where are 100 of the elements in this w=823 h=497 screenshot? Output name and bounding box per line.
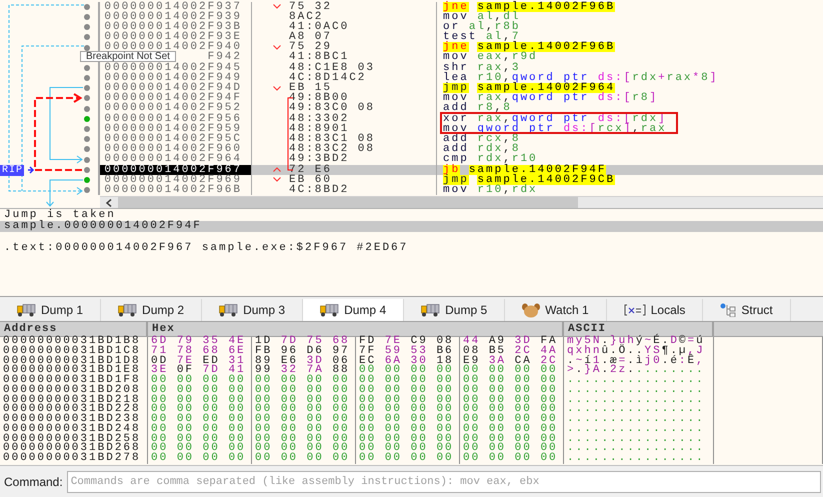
hex-cell: 00 00 00 00	[252, 444, 356, 454]
bytes-text: 75 32	[289, 2, 332, 12]
breakpoint-slot-dot[interactable]	[84, 14, 90, 20]
scroll-left-icon[interactable]	[106, 198, 112, 206]
breakpoint-slot-dot[interactable]	[84, 95, 90, 102]
animal-head-icon	[522, 302, 540, 318]
instruction-text: jb sample.14002F94F	[443, 164, 606, 176]
breakpoint-slot-dot[interactable]	[84, 75, 90, 82]
tooltip: Breakpoint Not Set	[80, 51, 176, 62]
variable-icon	[624, 304, 646, 316]
instruction-text: jne sample.14002F96B	[443, 0, 616, 12]
address-cell: 00000000031BD248	[0, 424, 148, 434]
instruction-text: mov eax,r9d	[443, 51, 538, 64]
address-cell: 00000000031BD1E8	[0, 366, 148, 376]
address-cell[interactable]: 000000014002F959	[100, 124, 252, 134]
bytes-text: 49:3BD2	[289, 154, 350, 164]
chevron-down-icon	[273, 86, 281, 91]
address-cell[interactable]: 000000014002F93E	[100, 32, 252, 42]
address-cell: 00000000031BD268	[0, 444, 148, 454]
hex-cell: 00 00 00 00	[460, 366, 564, 376]
hex-cell: 00 00 00 00	[460, 405, 564, 415]
instruction-text: add r8,8	[443, 102, 512, 114]
ascii-cell: ................	[564, 434, 714, 444]
instruction-text: lea r10,qword ptr ds:[rdx+rax*8]	[443, 72, 718, 84]
branch-status-text: Jump is taken	[3, 210, 116, 221]
breakpoint-dot[interactable]	[84, 116, 90, 122]
address-cell[interactable]: 000000014002F956	[100, 114, 252, 124]
horizontal-scrollbar[interactable]	[100, 196, 823, 208]
ascii-cell: ................	[564, 415, 714, 425]
column-header[interactable]: Hex	[148, 322, 564, 337]
address-cell: 00000000031BD238	[0, 415, 148, 425]
hex-cell: 00 00 00 00	[356, 415, 460, 425]
hex-cell: 00 00 00 00	[252, 376, 356, 386]
bytes-text: 4C:8BD2	[289, 184, 350, 196]
breakpoint-slot-dot[interactable]	[84, 44, 90, 50]
bytes-text: 48:C1E8 03	[289, 62, 376, 73]
bytes-text: 48:83C1 08	[289, 134, 376, 144]
chevron-down-icon	[273, 44, 281, 50]
address-cell[interactable]: 000000014002F94D	[100, 83, 252, 94]
ascii-cell: ................	[564, 386, 714, 396]
hex-cell: 00 00 00 00	[356, 386, 460, 396]
tab[interactable]: Dump 4	[303, 299, 404, 321]
address-cell[interactable]: 000000014002F939	[100, 12, 252, 22]
breakpoint-slot-dot[interactable]	[84, 126, 90, 132]
hex-cell: 00 00 00 00	[460, 444, 564, 454]
hex-cell: 00 00 00 00	[356, 424, 460, 434]
address-cell[interactable]: 000000014002F96B	[100, 184, 252, 196]
breakpoint-slot-dot[interactable]	[84, 106, 90, 112]
hex-cell: FD 7E C9 08	[356, 337, 460, 347]
address-cell[interactable]: 000000014002F969	[100, 174, 252, 185]
breakpoint-slot-dot[interactable]	[84, 166, 90, 173]
command-input-field[interactable]: Commands are comma separated (like assembly instructions): mov eax, ebx	[66, 471, 821, 493]
instruction-text: mov r10,rdx	[443, 184, 538, 196]
breakpoint-slot-dot[interactable]	[84, 146, 90, 152]
ascii-cell: ................	[564, 396, 714, 406]
breakpoint-slot-dot[interactable]	[84, 4, 90, 10]
address-cell[interactable]: 000000014002F937	[100, 2, 252, 12]
hex-cell: 00 00 00 00	[148, 454, 252, 464]
address-cell: 00000000031BD1B8	[0, 337, 148, 347]
hex-cell: 1D 7D 75 68	[252, 337, 356, 347]
address-cell[interactable]: 000000014002F960	[100, 144, 252, 154]
hex-cell: 99 32 7A 88	[252, 366, 356, 376]
address-cell[interactable]: 000000014002F94F	[100, 93, 252, 104]
breakpoint-dot[interactable]	[84, 176, 90, 183]
breakpoint-slot-dot[interactable]	[84, 24, 90, 30]
bytes-text: 8AC2	[289, 12, 324, 22]
breakpoint-slot-dot[interactable]	[84, 136, 90, 142]
address-cell[interactable]: 000000014002F95C	[100, 134, 252, 144]
hex-cell: 00 00 00 00	[460, 376, 564, 386]
breakpoint-slot-dot[interactable]	[84, 34, 90, 40]
address-cell[interactable]: 000000014002F949	[100, 72, 252, 83]
ascii-cell: ................	[564, 424, 714, 434]
hex-cell: 44 A9 3D FA	[460, 337, 564, 347]
jump-target-text: sample.000000014002F94F	[0, 221, 823, 232]
hex-cell: 71 78 68 6E	[148, 346, 252, 356]
tree-icon	[720, 303, 736, 317]
address-cell[interactable]: 000000014002F93B	[100, 22, 252, 32]
hex-cell: 00 00 00 00	[252, 454, 356, 464]
hex-cell: 00 00 00 00	[252, 415, 356, 425]
bytes-text: 49:83C0 08	[289, 103, 376, 114]
ascii-cell: ................	[564, 454, 714, 464]
address-cell[interactable]: 000000014002F952	[100, 103, 252, 114]
address-cell: 00000000031BD228	[0, 405, 148, 415]
breakpoint-slot-dot[interactable]	[84, 187, 90, 194]
bytes-text: 48:3302	[289, 114, 350, 124]
breakpoint-slot-dot[interactable]	[84, 156, 90, 163]
command-label: Command:	[4, 475, 63, 489]
hex-cell: 08 B5 2C 4A	[460, 346, 564, 356]
chevron-up-icon	[273, 167, 281, 172]
bytes-text: EB 60	[289, 174, 332, 185]
breakpoint-slot-dot[interactable]	[84, 85, 90, 92]
bytes-text: 4C:8D14C2	[289, 72, 366, 83]
breakpoint-slot-dot[interactable]	[84, 64, 90, 71]
bytes-text: 72 E6	[289, 164, 332, 175]
column-header[interactable]: Address	[0, 322, 148, 337]
bytes-text: 48:83C2 08	[289, 144, 376, 154]
location-text: .text:000000014002F967 sample.exe:$2F967 #2ED67	[3, 243, 410, 254]
address-cell[interactable]: 000000014002F967	[100, 164, 252, 175]
address-cell: 00000000031BD278	[0, 454, 148, 464]
address-cell: 00000000031BD1C8	[0, 346, 148, 356]
